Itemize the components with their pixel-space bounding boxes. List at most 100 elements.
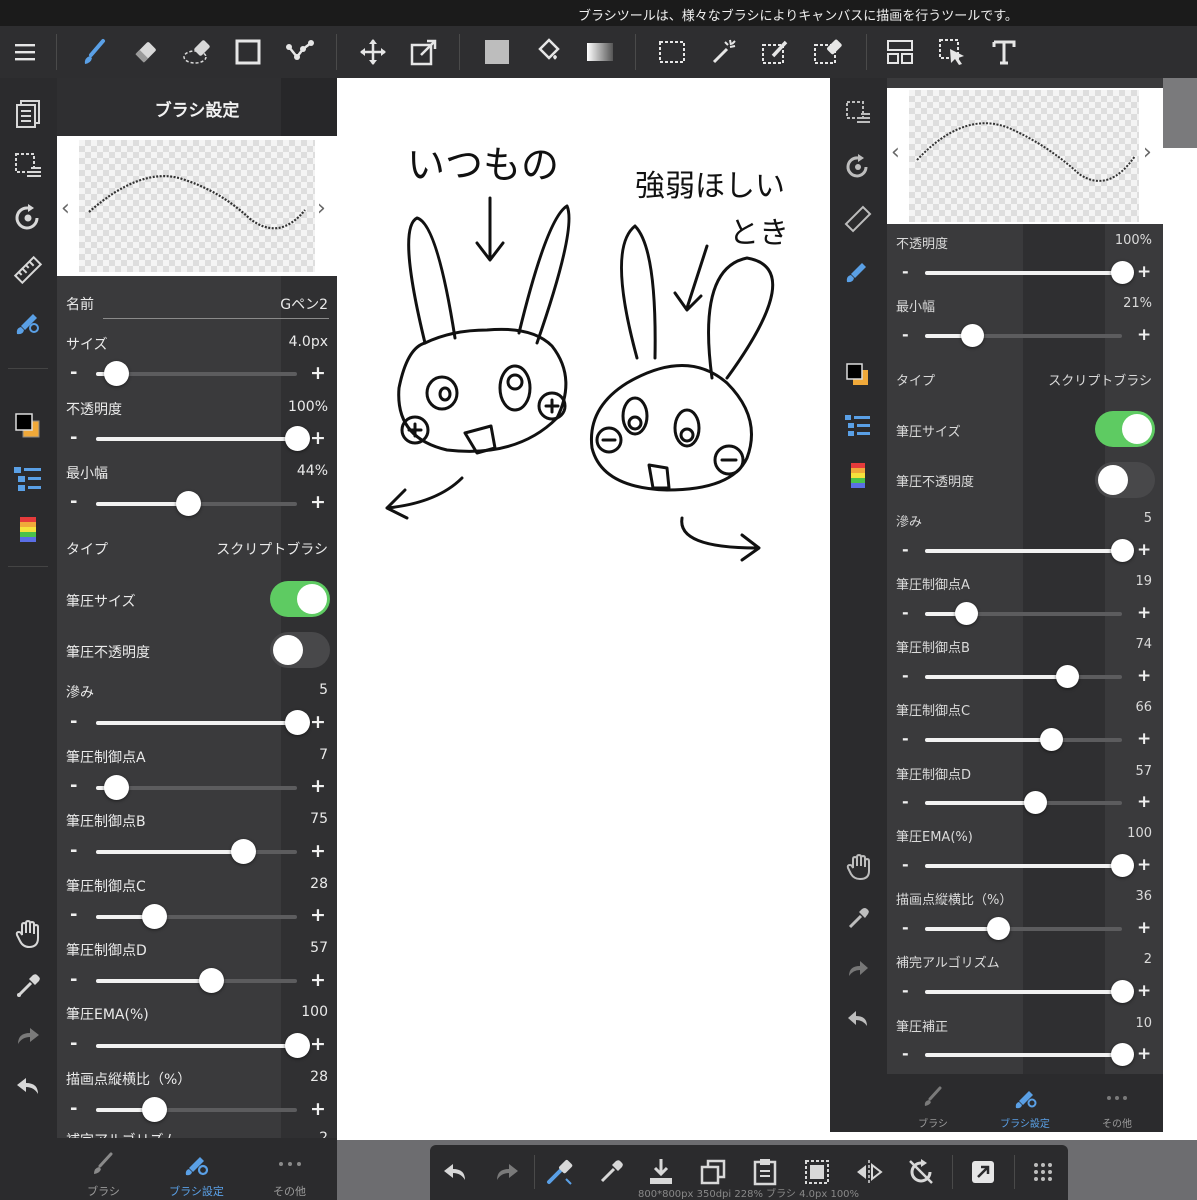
point-b-plus-button[interactable]: + bbox=[310, 840, 326, 862]
text-icon[interactable] bbox=[988, 36, 1020, 68]
save-icon[interactable] bbox=[644, 1155, 678, 1189]
sketch-drawing: いつもの 強弱ほしい とき bbox=[385, 143, 789, 562]
min-width-value: 44% bbox=[296, 463, 328, 479]
size-plus-button[interactable]: + bbox=[310, 362, 326, 384]
magic-wand-icon[interactable] bbox=[708, 36, 740, 68]
embedded-ema-slider bbox=[925, 854, 1134, 877]
selection-rect-icon[interactable] bbox=[656, 36, 688, 68]
brush-settings-icon[interactable] bbox=[10, 304, 46, 340]
tab-brush[interactable]: ブラシ bbox=[57, 1138, 150, 1200]
tab-brush-settings[interactable]: ブラシ設定 bbox=[150, 1138, 243, 1200]
rotate-canvas-icon[interactable] bbox=[10, 200, 46, 236]
type-value[interactable]: スクリプトブラシ bbox=[216, 539, 328, 559]
bucket-icon[interactable] bbox=[532, 36, 564, 68]
point-a-plus-button[interactable]: + bbox=[310, 775, 326, 797]
slider-knob[interactable] bbox=[230, 839, 256, 864]
slider-knob[interactable] bbox=[104, 361, 130, 386]
aspect-slider[interactable] bbox=[96, 1097, 297, 1122]
color-list-icon[interactable] bbox=[10, 460, 46, 496]
slider-knob[interactable] bbox=[176, 491, 202, 516]
slider-knob[interactable] bbox=[198, 968, 224, 993]
ruler-icon[interactable] bbox=[10, 252, 46, 288]
polyline-icon[interactable] bbox=[284, 36, 316, 68]
blur-plus-button[interactable]: + bbox=[310, 711, 326, 733]
point-b-minus-button[interactable]: - bbox=[70, 840, 77, 861]
name-value[interactable]: Gペン2 bbox=[280, 294, 328, 314]
min-width-minus-button[interactable]: - bbox=[70, 491, 77, 512]
point-a-minus-button[interactable]: - bbox=[70, 775, 77, 796]
point-b-slider[interactable] bbox=[96, 839, 297, 864]
preview-next-icon[interactable]: › bbox=[317, 196, 326, 221]
slider-knob[interactable] bbox=[285, 426, 310, 451]
panel-layout-icon[interactable] bbox=[884, 36, 916, 68]
embedded-minus: - bbox=[902, 603, 909, 622]
selection-layer-icon[interactable] bbox=[10, 148, 46, 184]
point-c-label: 筆圧制御点C bbox=[66, 879, 146, 895]
scrollbar[interactable] bbox=[1163, 78, 1197, 148]
eyedropper-icon[interactable] bbox=[10, 968, 46, 1004]
layers-icon[interactable] bbox=[10, 96, 46, 132]
select-all-icon[interactable] bbox=[800, 1155, 834, 1189]
size-slider[interactable] bbox=[96, 361, 297, 386]
flip-horizontal-icon[interactable] bbox=[852, 1155, 886, 1189]
selection-pen-icon[interactable] bbox=[760, 36, 792, 68]
paste-icon[interactable] bbox=[748, 1155, 782, 1189]
blur-minus-button[interactable]: - bbox=[70, 711, 77, 732]
slider-knob[interactable] bbox=[142, 904, 168, 929]
preview-prev-icon[interactable]: ‹ bbox=[61, 196, 70, 221]
slider-knob[interactable] bbox=[142, 1097, 168, 1122]
fill-color-icon[interactable] bbox=[481, 36, 513, 68]
blur-slider[interactable] bbox=[96, 710, 310, 735]
color-swatch-icon[interactable] bbox=[10, 408, 46, 444]
brush-eraser-swap-icon[interactable] bbox=[542, 1155, 576, 1189]
lasso-eraser-icon[interactable] bbox=[182, 36, 214, 68]
opacity-plus-button[interactable]: + bbox=[310, 427, 326, 449]
aspect-minus-button[interactable]: - bbox=[70, 1098, 77, 1119]
redo-icon[interactable] bbox=[10, 1018, 46, 1054]
undo-icon[interactable] bbox=[10, 1068, 46, 1104]
select-layer-icon[interactable] bbox=[936, 36, 968, 68]
ema-slider[interactable] bbox=[96, 1033, 310, 1058]
transform-icon[interactable] bbox=[408, 36, 440, 68]
selection-eraser-icon[interactable] bbox=[812, 36, 844, 68]
slider-knob[interactable] bbox=[104, 775, 130, 800]
copy-icon[interactable] bbox=[696, 1155, 730, 1189]
pressure-opacity-toggle[interactable] bbox=[270, 632, 330, 668]
point-a-slider[interactable] bbox=[96, 775, 297, 800]
slider-knob[interactable] bbox=[285, 710, 310, 735]
hand-icon[interactable] bbox=[10, 916, 46, 952]
move-icon[interactable] bbox=[357, 36, 389, 68]
tab-brush-label: ブラシ bbox=[87, 1185, 120, 1198]
opacity-minus-button[interactable]: - bbox=[70, 427, 77, 448]
rectangle-icon[interactable] bbox=[232, 36, 264, 68]
point-d-slider[interactable] bbox=[96, 968, 297, 993]
min-width-plus-button[interactable]: + bbox=[310, 491, 326, 513]
point-c-slider[interactable] bbox=[96, 904, 297, 929]
point-c-minus-button[interactable]: - bbox=[70, 904, 77, 925]
menu-icon[interactable] bbox=[10, 36, 42, 68]
opacity-slider[interactable] bbox=[96, 426, 310, 451]
redo-icon bbox=[841, 952, 875, 986]
point-d-minus-button[interactable]: - bbox=[70, 969, 77, 990]
eraser-icon[interactable] bbox=[130, 36, 162, 68]
undo-icon[interactable] bbox=[438, 1155, 472, 1189]
eyedropper-icon[interactable] bbox=[594, 1155, 628, 1189]
embedded-point-b-label: 筆圧制御点B bbox=[896, 641, 970, 656]
gradient-icon[interactable] bbox=[584, 36, 616, 68]
palette-icon[interactable] bbox=[10, 512, 46, 548]
ema-minus-button[interactable]: - bbox=[70, 1033, 77, 1054]
fullscreen-icon[interactable] bbox=[966, 1155, 1000, 1189]
grid-menu-icon[interactable] bbox=[1026, 1155, 1060, 1189]
aspect-plus-button[interactable]: + bbox=[310, 1098, 326, 1120]
min-width-slider[interactable] bbox=[96, 491, 297, 516]
point-d-plus-button[interactable]: + bbox=[310, 969, 326, 991]
slider-knob[interactable] bbox=[285, 1033, 310, 1058]
redo-icon[interactable] bbox=[490, 1155, 524, 1189]
size-minus-button[interactable]: - bbox=[70, 362, 77, 383]
rotate-reset-icon[interactable] bbox=[904, 1155, 938, 1189]
point-c-plus-button[interactable]: + bbox=[310, 904, 326, 926]
pressure-size-toggle[interactable] bbox=[270, 581, 330, 617]
tab-other[interactable]: その他 bbox=[243, 1138, 336, 1200]
ema-plus-button[interactable]: + bbox=[310, 1033, 326, 1055]
brush-icon[interactable] bbox=[78, 36, 110, 68]
